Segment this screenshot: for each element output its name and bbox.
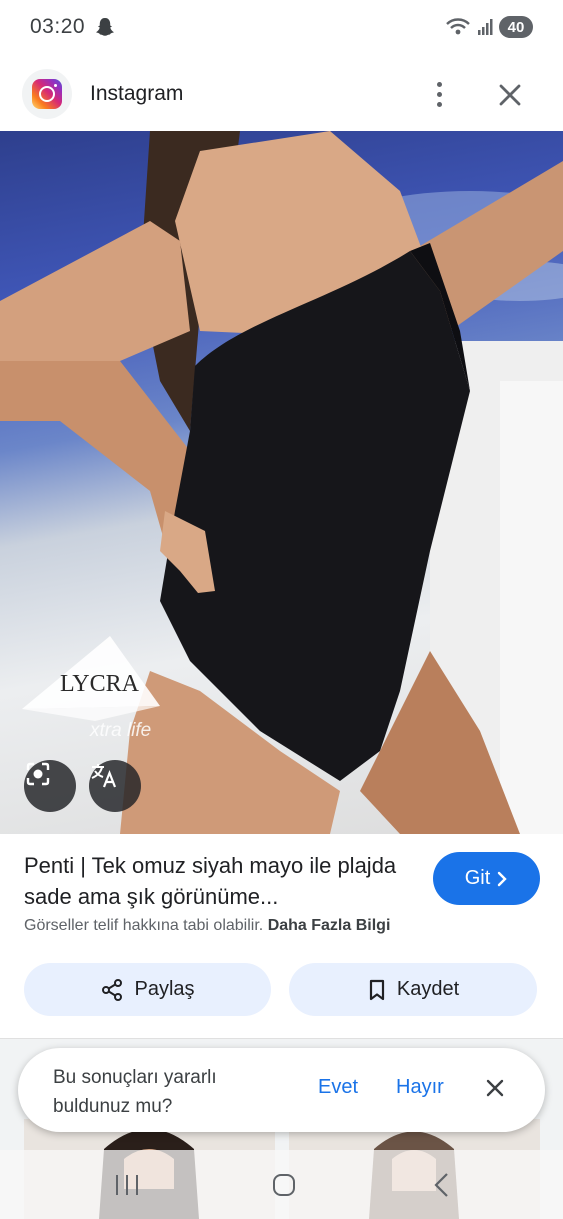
swimsuit-photo: LYCRA xtra life [0,131,563,834]
chevron-right-icon [498,871,507,886]
share-label: Paylaş [134,978,195,1000]
copyright-note: Görseller telif hakkına tabi olabilir. D… [24,917,390,935]
feedback-yes-button[interactable]: Evet [318,1076,358,1099]
feedback-card: Bu sonuçları yararlı buldunuz mu? Evet H… [18,1048,545,1132]
status-bar: 03:20 40 [0,0,563,54]
more-dot [436,91,442,97]
result-title: Penti | Tek omuz siyah mayo ile plajda s… [24,853,397,909]
feedback-no-button[interactable]: Hayır [396,1076,444,1099]
signal-icon [478,19,493,35]
more-info-link[interactable]: Daha Fazla Bilgi [268,917,391,934]
instagram-logo [22,69,72,119]
more-options-button[interactable] [424,76,454,112]
home-icon[interactable] [272,1173,296,1197]
translate-icon [91,764,117,788]
camera-search-icon [26,762,50,786]
translate-button[interactable] [89,760,141,812]
copyright-text: Görseller telif hakkına tabi olabilir. [24,917,264,934]
snapchat-icon [96,18,115,36]
visit-button[interactable]: Git [433,852,540,905]
result-image[interactable]: LYCRA xtra life [0,131,563,834]
back-icon[interactable] [432,1172,452,1198]
share-icon [102,978,123,1001]
save-label: Kaydet [396,978,460,1000]
close-icon[interactable] [493,78,527,112]
battery-indicator: 40 [499,16,533,38]
system-nav-bar [0,1150,563,1219]
status-icons: 40 [445,16,533,38]
instagram-icon [32,79,62,109]
share-button[interactable]: Paylaş [24,963,271,1016]
wifi-icon [446,18,470,35]
watermark-brand: LYCRA [60,671,140,697]
more-dot [436,101,442,107]
source-title: Instagram [90,82,184,105]
more-dot [436,81,442,87]
visit-label: Git [464,867,491,889]
source-header: Instagram [0,58,563,130]
save-button[interactable]: Kaydet [289,963,537,1016]
screen: 03:20 40 Instagram LYCRA xtra life Penti… [0,0,563,1219]
close-icon[interactable] [483,1076,507,1100]
lens-search-button[interactable] [24,760,76,812]
feedback-question: Bu sonuçları yararlı buldunuz mu? [53,1067,217,1117]
watermark-sub: xtra life [89,720,151,741]
status-time: 03:20 [30,15,86,38]
recents-icon[interactable] [114,1174,140,1196]
bookmark-icon [369,979,384,1000]
